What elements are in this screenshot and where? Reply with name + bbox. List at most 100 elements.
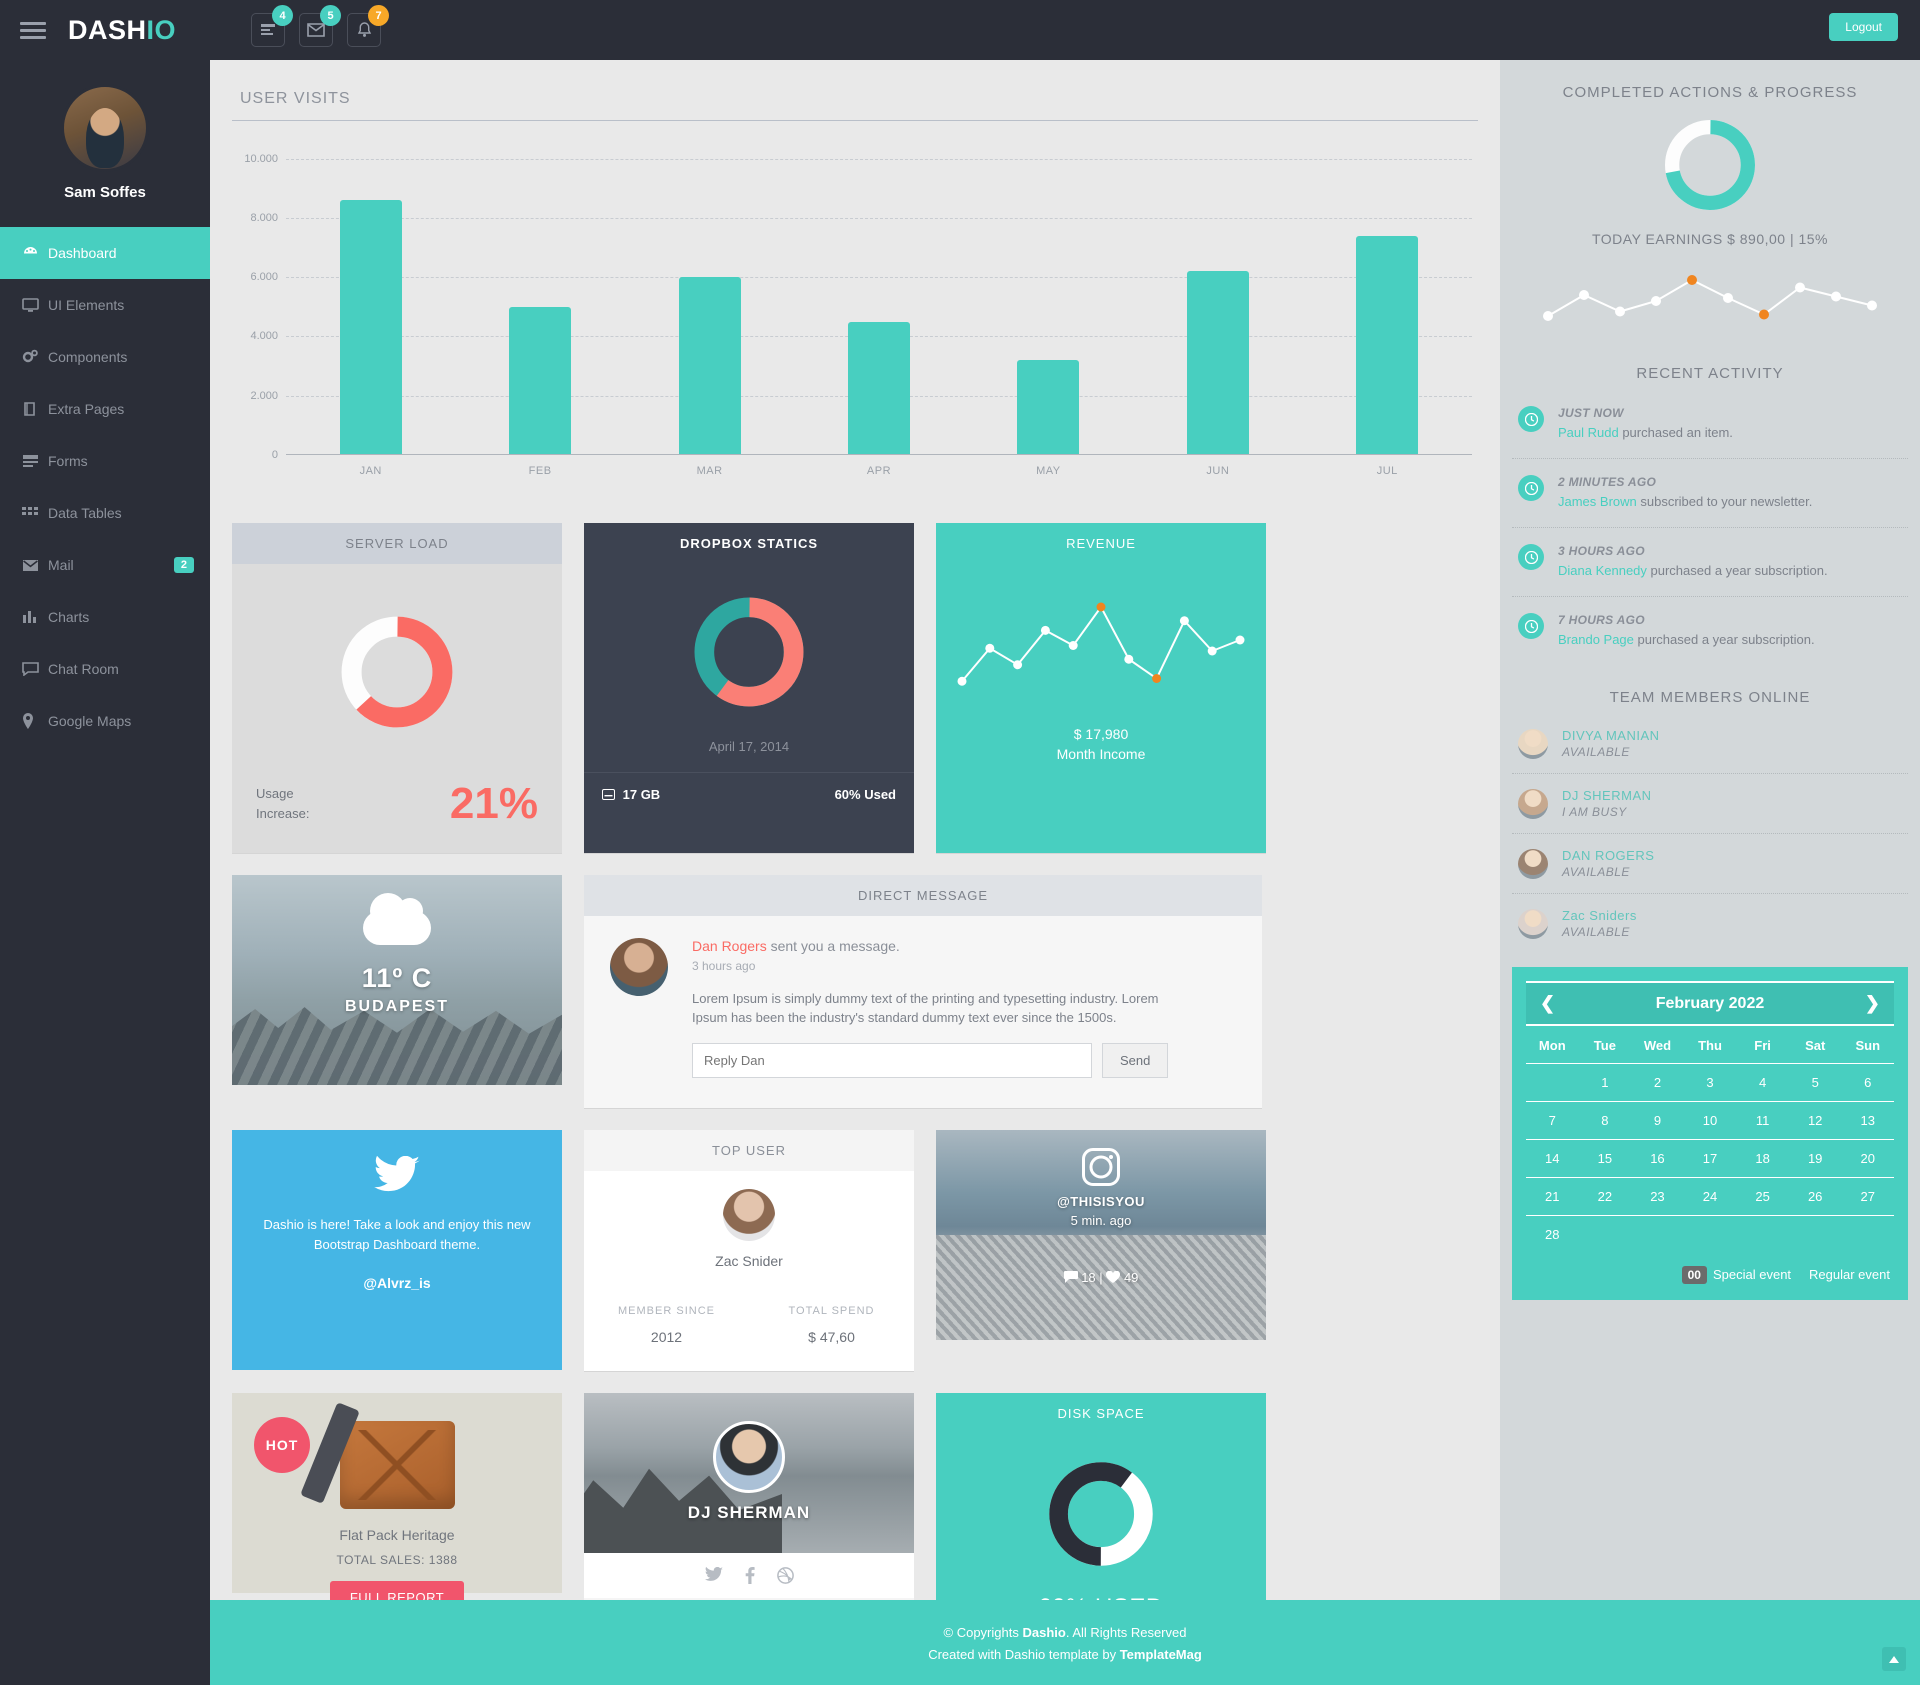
- activity-user[interactable]: Diana Kennedy: [1558, 563, 1647, 578]
- member-since-label: MEMBER SINCE: [618, 1305, 715, 1317]
- sidebar-item-extra-pages[interactable]: Extra Pages: [0, 383, 210, 435]
- bar[interactable]: [1356, 235, 1419, 455]
- sidebar-item-mail[interactable]: Mail 2: [0, 539, 210, 591]
- scroll-to-top-button[interactable]: [1882, 1647, 1906, 1671]
- calendar-day[interactable]: 17: [1684, 1140, 1737, 1177]
- server-load-percent: 21%: [449, 779, 538, 828]
- calendar-weekday: Tue: [1593, 1038, 1616, 1053]
- bar[interactable]: [1017, 360, 1080, 455]
- team-member-item[interactable]: DAN ROGERS AVAILABLE: [1500, 834, 1920, 893]
- sidebar-item-charts[interactable]: Charts: [0, 591, 210, 643]
- bar-column[interactable]: [1303, 135, 1472, 455]
- tasks-icon[interactable]: 4: [251, 5, 294, 47]
- calendar-day[interactable]: 5: [1789, 1064, 1842, 1101]
- template-link[interactable]: TemplateMag: [1120, 1647, 1202, 1662]
- calendar-day[interactable]: 6: [1841, 1064, 1894, 1101]
- sidebar-item-dashboard[interactable]: Dashboard: [0, 227, 210, 279]
- user-visits-title: USER VISITS: [232, 82, 1478, 121]
- calendar-day[interactable]: 23: [1631, 1178, 1684, 1215]
- team-member-item[interactable]: DJ SHERMAN I AM BUSY: [1500, 774, 1920, 833]
- calendar-day[interactable]: 3: [1684, 1064, 1737, 1101]
- calendar-day[interactable]: 25: [1736, 1178, 1789, 1215]
- data-point: [1096, 602, 1106, 612]
- chevron-left-icon[interactable]: ❮: [1540, 993, 1555, 1014]
- calendar-day: [1736, 1216, 1789, 1253]
- calendar-day[interactable]: 28: [1526, 1216, 1579, 1253]
- calendar-day[interactable]: 19: [1789, 1140, 1842, 1177]
- topbar-icon-group: 4 5 7: [251, 5, 390, 47]
- calendar-day[interactable]: 26: [1789, 1178, 1842, 1215]
- bar[interactable]: [678, 277, 741, 455]
- instagram-handle[interactable]: @THISISYOU: [936, 1194, 1266, 1209]
- bar[interactable]: [509, 306, 572, 455]
- bar-column[interactable]: [286, 135, 455, 455]
- calendar-weekday: Mon: [1538, 1038, 1566, 1053]
- team-member-item[interactable]: DIVYA MANIAN AVAILABLE: [1500, 714, 1920, 773]
- menu-toggle-icon[interactable]: [20, 18, 46, 43]
- bar-column[interactable]: [455, 135, 624, 455]
- gears-icon: [22, 349, 48, 365]
- calendar-day[interactable]: 24: [1684, 1178, 1737, 1215]
- message-sender-line: Dan Rogers sent you a message.: [692, 938, 1236, 954]
- chevron-right-icon[interactable]: ❯: [1865, 993, 1880, 1014]
- sidebar-item-google-maps[interactable]: Google Maps: [0, 695, 210, 747]
- calendar-day[interactable]: 22: [1579, 1178, 1632, 1215]
- sidebar-item-forms[interactable]: Forms: [0, 435, 210, 487]
- bar[interactable]: [1186, 271, 1249, 455]
- calendar-day[interactable]: 4: [1736, 1064, 1789, 1101]
- send-button[interactable]: Send: [1102, 1043, 1169, 1078]
- calendar-day: [1526, 1064, 1579, 1101]
- calendar-day[interactable]: 13: [1841, 1102, 1894, 1139]
- dribbble-icon[interactable]: [776, 1567, 794, 1584]
- footer-brand-link[interactable]: Dashio: [1022, 1625, 1065, 1640]
- team-member-item[interactable]: Zac Sniders AVAILABLE: [1500, 894, 1920, 953]
- instagram-likes: 49: [1123, 1270, 1139, 1285]
- sidebar-item-data-tables[interactable]: Data Tables: [0, 487, 210, 539]
- calendar-day[interactable]: 1: [1579, 1064, 1632, 1101]
- calendar-day[interactable]: 15: [1579, 1140, 1632, 1177]
- calendar-day[interactable]: 8: [1579, 1102, 1632, 1139]
- calendar-day[interactable]: 2: [1631, 1064, 1684, 1101]
- server-load-usage-label: Usage Increase:: [256, 786, 310, 821]
- tweet-handle[interactable]: @Alvrz_is: [256, 1275, 538, 1291]
- bar-column[interactable]: [794, 135, 963, 455]
- sidebar-item-components[interactable]: Components: [0, 331, 210, 383]
- calendar-day[interactable]: 9: [1631, 1102, 1684, 1139]
- calendar-day[interactable]: 12: [1789, 1102, 1842, 1139]
- sidebar-item-chat-room[interactable]: Chat Room: [0, 643, 210, 695]
- total-spend-stat: TOTAL SPEND $ 47,60: [749, 1305, 914, 1345]
- sidebar-item-label: Mail: [48, 557, 74, 573]
- envelope-icon[interactable]: 5: [299, 5, 342, 47]
- bell-icon[interactable]: 7: [347, 5, 390, 47]
- heart-icon: [1106, 1270, 1121, 1283]
- activity-user[interactable]: James Brown: [1558, 494, 1637, 509]
- team-member-status: AVAILABLE: [1562, 865, 1630, 879]
- calendar-day[interactable]: 7: [1526, 1102, 1579, 1139]
- twitter-icon: [374, 1155, 420, 1192]
- calendar-day[interactable]: 11: [1736, 1102, 1789, 1139]
- calendar-day[interactable]: 27: [1841, 1178, 1894, 1215]
- facebook-icon[interactable]: [745, 1567, 755, 1584]
- bar[interactable]: [847, 321, 910, 455]
- calendar-day[interactable]: 18: [1736, 1140, 1789, 1177]
- logout-button[interactable]: Logout: [1829, 13, 1898, 41]
- disk-space-title: DISK SPACE: [936, 1393, 1266, 1434]
- twitter-icon[interactable]: [704, 1567, 723, 1582]
- calendar-weekday: Sat: [1805, 1038, 1826, 1053]
- bar[interactable]: [339, 200, 402, 455]
- calendar-day[interactable]: 21: [1526, 1178, 1579, 1215]
- bar-column[interactable]: [964, 135, 1133, 455]
- sidebar-item-ui-elements[interactable]: UI Elements: [0, 279, 210, 331]
- calendar-day[interactable]: 10: [1684, 1102, 1737, 1139]
- activity-user[interactable]: Brando Page: [1558, 632, 1634, 647]
- calendar-day[interactable]: 16: [1631, 1140, 1684, 1177]
- bar-column[interactable]: [1133, 135, 1302, 455]
- activity-user[interactable]: Paul Rudd: [1558, 425, 1619, 440]
- bar-column[interactable]: [625, 135, 794, 455]
- avatar: [61, 84, 149, 172]
- reply-input[interactable]: [692, 1043, 1092, 1078]
- message-sender[interactable]: Dan Rogers: [692, 938, 767, 954]
- weather-card: 11º C BUDAPEST: [232, 875, 562, 1085]
- calendar-day[interactable]: 20: [1841, 1140, 1894, 1177]
- calendar-day[interactable]: 14: [1526, 1140, 1579, 1177]
